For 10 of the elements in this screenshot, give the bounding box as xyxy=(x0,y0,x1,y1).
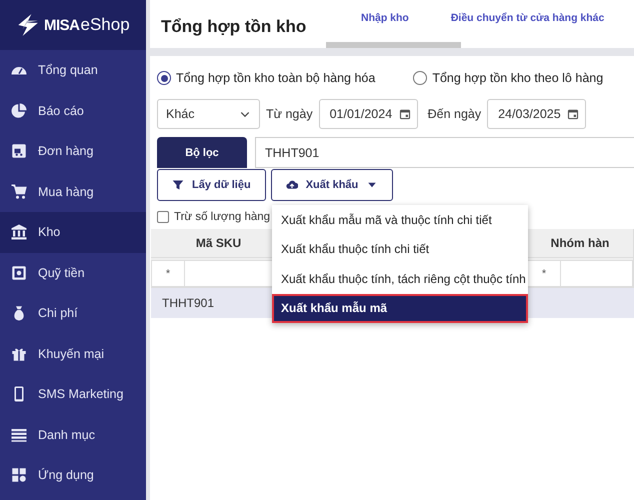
field-label: Đến ngày xyxy=(428,107,482,121)
column-header: Nhóm hàn xyxy=(527,229,634,258)
checkbox-label: Trừ số lượng hàng xyxy=(174,211,270,223)
field-label: Từ ngày xyxy=(266,107,313,121)
page-title: Tổng hợp tồn kho xyxy=(161,17,308,38)
radio-label: Tổng hợp tồn kho theo lô hàng xyxy=(432,71,604,85)
product-name: eShop xyxy=(80,15,130,35)
brand-name: MISA xyxy=(44,16,80,34)
radio-label: Tổng hợp tồn kho toàn bộ hàng hóa xyxy=(176,71,376,85)
table-cell: THHT901 xyxy=(162,296,214,310)
